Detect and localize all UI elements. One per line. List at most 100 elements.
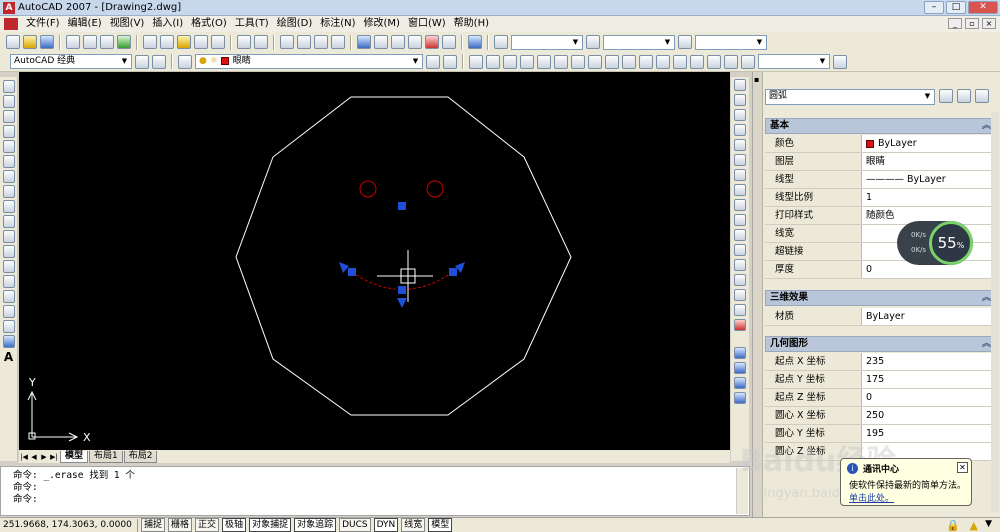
menu-view[interactable]: 视图(V) [106, 17, 149, 31]
menu-dimension[interactable]: 标注(N) [316, 17, 359, 31]
construction-line-icon[interactable] [2, 95, 15, 108]
break-icon[interactable] [734, 259, 746, 271]
layer-dropdown[interactable]: ● ☼ 眼睛 ▼ [195, 54, 423, 69]
mirror-icon[interactable] [734, 109, 746, 121]
redo-icon[interactable] [254, 35, 268, 49]
prop-row-start-y[interactable]: 起点 Y 坐标 175 [765, 371, 995, 389]
table-style-dropdown[interactable]: ▼ [695, 34, 767, 50]
arc-mid-grip[interactable] [398, 286, 406, 294]
menu-help[interactable]: 帮助(H) [450, 17, 493, 31]
nose-grip[interactable] [398, 202, 406, 210]
workspace-dropdown[interactable]: AutoCAD 经典 ▼ [10, 54, 132, 69]
quickcalc-icon[interactable] [442, 35, 456, 49]
insert-block-icon[interactable] [2, 245, 15, 258]
center-mark-icon[interactable] [690, 54, 704, 69]
lineweight-toggle[interactable]: 线宽 [401, 518, 426, 532]
dim-angular-icon[interactable] [588, 54, 602, 69]
layer-previous-icon[interactable] [443, 54, 457, 69]
publish-icon[interactable] [100, 35, 114, 49]
palette-close-icon[interactable]: ▪ [754, 75, 759, 84]
prop-row-material[interactable]: 材质 ByLayer [765, 308, 995, 326]
doc-restore-button[interactable]: ▫ [965, 18, 979, 29]
collapse-icon[interactable]: ︽ [982, 291, 991, 305]
tolerance-icon[interactable] [673, 54, 687, 69]
dim-arc-icon[interactable] [503, 54, 517, 69]
send-to-back-icon[interactable] [734, 377, 746, 389]
bring-above-icon[interactable] [734, 392, 746, 404]
new-file-icon[interactable] [6, 35, 20, 49]
arc-start-grip[interactable] [348, 268, 356, 276]
draw-order-icon[interactable] [734, 347, 746, 359]
make-block-icon[interactable] [2, 260, 15, 273]
prop-row-start-x[interactable]: 起点 X 坐标 235 [765, 353, 995, 371]
right-eye[interactable] [426, 180, 444, 198]
dim-diameter-icon[interactable] [571, 54, 585, 69]
palette-scrollbar[interactable] [991, 112, 999, 512]
section-3d-effects[interactable]: 三维效果 ︽ [765, 290, 995, 306]
offset-icon[interactable] [734, 124, 746, 136]
gradient-icon[interactable] [2, 305, 15, 318]
text-style-dropdown[interactable]: ▼ [511, 34, 583, 50]
polygon-icon[interactable] [2, 125, 15, 138]
prop-row-linetype[interactable]: 线型 ———— ByLayer [765, 171, 995, 189]
open-file-icon[interactable] [23, 35, 37, 49]
zoom-realtime-icon[interactable] [297, 35, 311, 49]
object-type-dropdown[interactable]: 圆弧 ▼ [765, 89, 935, 105]
dyn-toggle[interactable]: DYN [373, 518, 399, 532]
array-icon[interactable] [734, 139, 746, 151]
quick-dim-icon[interactable] [605, 54, 619, 69]
quick-leader-icon[interactable] [656, 54, 670, 69]
first-tab-icon[interactable]: |◀ [19, 453, 29, 461]
minimize-button[interactable]: – [924, 1, 944, 14]
break-at-point-icon[interactable] [734, 244, 746, 256]
menu-edit[interactable]: 编辑(E) [64, 17, 106, 31]
drawing-svg[interactable]: Y X [19, 72, 730, 450]
otrack-toggle[interactable]: 对象追踪 [294, 518, 337, 532]
polar-toggle[interactable]: 极轴 [222, 518, 247, 532]
hatch-icon[interactable] [2, 290, 15, 303]
dim-radius-icon[interactable] [537, 54, 551, 69]
tool-palettes-icon[interactable] [391, 35, 405, 49]
region-icon[interactable] [2, 320, 15, 333]
fillet-icon[interactable] [734, 304, 746, 316]
ellipse-icon[interactable] [2, 215, 15, 228]
save-workspace-icon[interactable] [152, 54, 166, 69]
workspace-settings-icon[interactable] [135, 54, 149, 69]
save-icon[interactable] [40, 35, 54, 49]
arc-end-grip[interactable] [449, 268, 457, 276]
sheet-set-icon[interactable] [408, 35, 422, 49]
command-prompt[interactable]: 命令: [13, 494, 749, 506]
rectangle-icon[interactable] [2, 140, 15, 153]
prop-row-linetype-scale[interactable]: 线型比例 1 [765, 189, 995, 207]
next-tab-icon[interactable]: ▶ [39, 453, 49, 461]
collapse-icon[interactable]: ︽ [982, 119, 991, 133]
zoom-previous-icon[interactable] [331, 35, 345, 49]
copy-icon[interactable] [160, 35, 174, 49]
print-icon[interactable] [66, 35, 80, 49]
toggle-pickadd-icon[interactable] [939, 89, 953, 103]
undo-icon[interactable] [237, 35, 251, 49]
menu-modify[interactable]: 修改(M) [360, 17, 404, 31]
paste-icon[interactable] [177, 35, 191, 49]
tab-model[interactable]: 模型 [60, 450, 89, 463]
zoom-window-icon[interactable] [314, 35, 328, 49]
dim-aligned-icon[interactable] [486, 54, 500, 69]
scale-icon[interactable] [734, 184, 746, 196]
osnap-toggle[interactable]: 对象捕捉 [249, 518, 292, 532]
revision-cloud-icon[interactable] [2, 185, 15, 198]
balloon-close-button[interactable]: ✕ [957, 462, 968, 473]
dim-ordinate-icon[interactable] [520, 54, 534, 69]
status-menu-icon[interactable]: ▼ [985, 519, 992, 529]
table-style-icon[interactable] [678, 35, 692, 49]
prop-row-thickness[interactable]: 厚度 0 [765, 261, 995, 279]
chamfer-icon[interactable] [734, 289, 746, 301]
table-icon[interactable] [2, 335, 15, 348]
quick-select-icon[interactable] [975, 89, 989, 103]
doc-minimize-button[interactable]: _ [948, 18, 962, 29]
dim-jogged-icon[interactable] [554, 54, 568, 69]
maximize-button[interactable]: □ [946, 1, 966, 14]
prop-row-center-x[interactable]: 圆心 X 坐标 250 [765, 407, 995, 425]
menu-format[interactable]: 格式(O) [187, 17, 231, 31]
copy-object-icon[interactable] [734, 94, 746, 106]
ortho-toggle[interactable]: 正交 [195, 518, 220, 532]
